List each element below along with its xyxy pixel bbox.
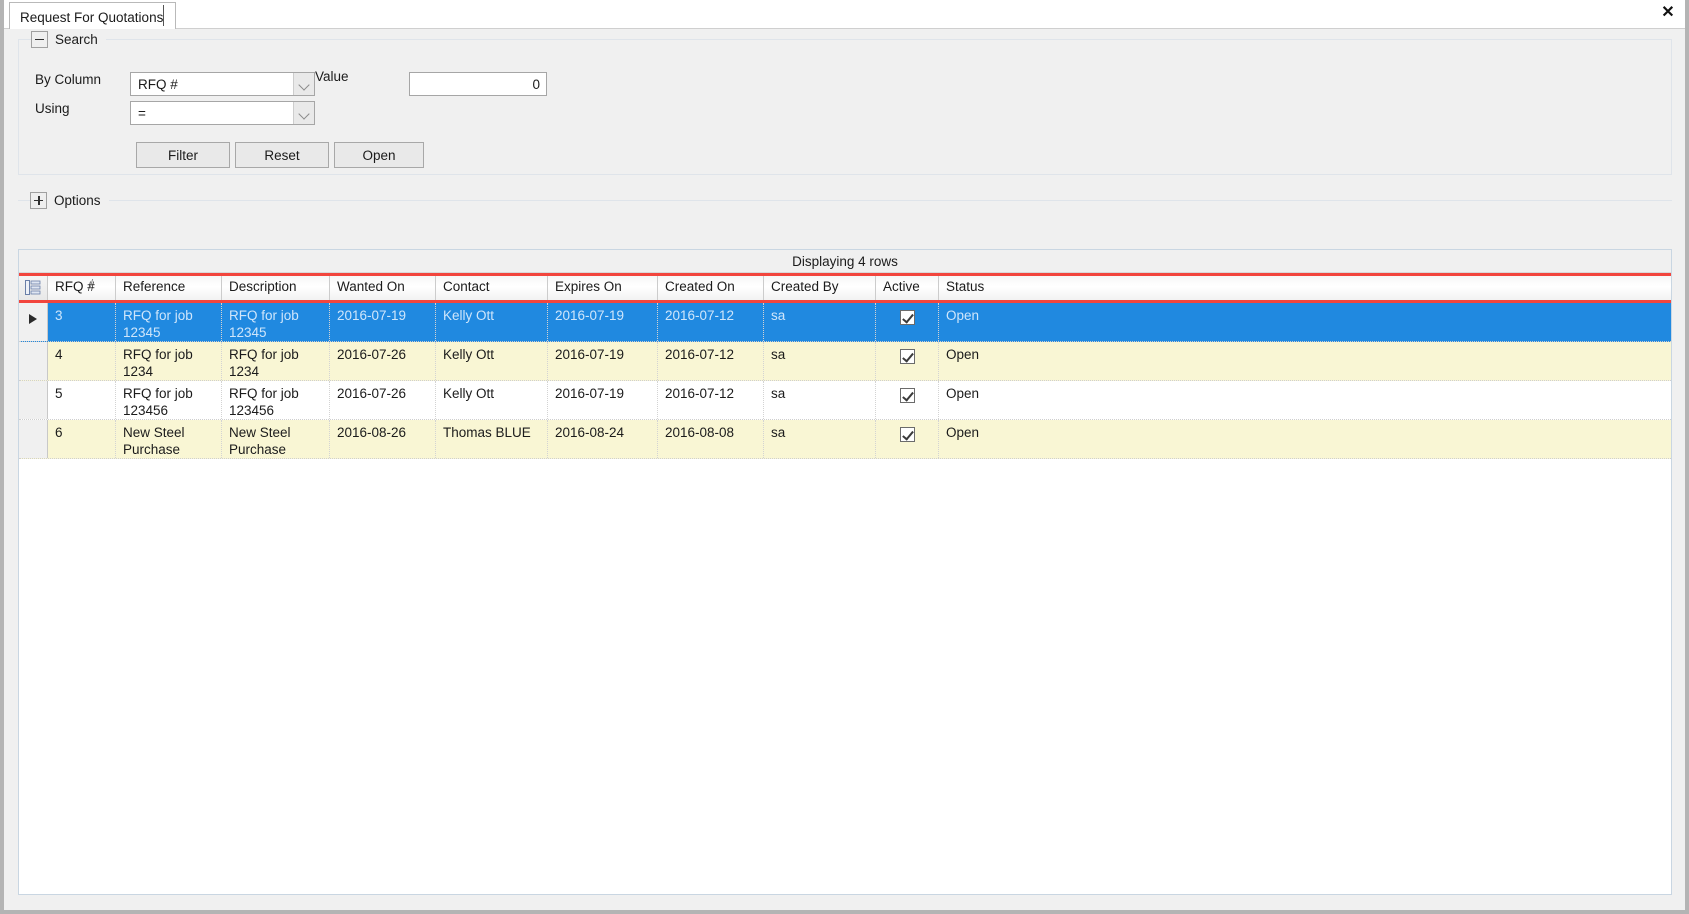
table-cell-status: Open — [946, 386, 980, 401]
grid-body: 3 RFQ for job 12345 RFQ for job 12345 2016-… — [19, 303, 1671, 459]
sort-ascending-icon: / — [89, 278, 93, 290]
table-cell-created-on: 2016-07-12 — [658, 381, 764, 419]
chevron-down-icon[interactable] — [293, 102, 314, 124]
table-cell-description: New Steel Purchase — [222, 420, 330, 458]
tab-text-caret — [163, 5, 164, 26]
by-column-select[interactable]: RFQ # — [130, 72, 315, 96]
table-cell-created-by: sa — [764, 342, 876, 380]
table-cell-reference: RFQ for job 1234 — [116, 342, 222, 380]
table-cell-contact: Kelly Ott — [436, 303, 548, 341]
grid-column-header[interactable]: Expires On — [548, 276, 658, 300]
table-cell-description: RFQ for job 1234 — [222, 342, 330, 380]
grid-column-header[interactable]: Status — [939, 276, 1564, 300]
grid-column-header[interactable]: Created By — [764, 276, 876, 300]
table-cell-reference: RFQ for job 123456 — [116, 381, 222, 419]
table-cell-expires-on: 2016-08-24 — [548, 420, 658, 458]
table-cell-created-by: sa — [764, 420, 876, 458]
table-row[interactable]: 3 RFQ for job 12345 RFQ for job 12345 2016-… — [19, 303, 1671, 342]
open-button[interactable]: Open — [334, 142, 424, 168]
close-icon[interactable]: ✕ — [1657, 3, 1679, 25]
table-cell-active — [876, 303, 939, 341]
using-value: = — [138, 105, 146, 121]
table-cell-wanted-on: 2016-07-19 — [330, 303, 436, 341]
table-cell-expires-on: 2016-07-19 — [548, 342, 658, 380]
value-input[interactable] — [409, 72, 547, 96]
filter-button[interactable]: Filter — [136, 142, 230, 168]
table-cell-rfq: 3 — [48, 303, 116, 341]
grid-column-header[interactable]: Reference — [116, 276, 222, 300]
table-cell-wanted-on: 2016-08-26 — [330, 420, 436, 458]
table-cell-status: Open — [946, 425, 980, 440]
grid-corner-cell[interactable] — [19, 276, 48, 300]
by-column-value: RFQ # — [138, 76, 178, 92]
application-window: Request For Quotations ✕ Search By Colum… — [0, 0, 1689, 914]
active-checkbox[interactable] — [899, 387, 915, 403]
table-cell-active — [876, 342, 939, 380]
row-selector[interactable] — [19, 303, 48, 341]
grid-column-header[interactable]: Contact — [436, 276, 548, 300]
grid-status-bar: Displaying 4 rows — [19, 250, 1671, 273]
using-select[interactable]: = — [130, 101, 315, 125]
grid-column-header[interactable]: Description — [222, 276, 330, 300]
table-cell-rfq: 6 — [48, 420, 116, 458]
table-cell-description: RFQ for job 123456 — [222, 381, 330, 419]
table-row[interactable]: 4 RFQ for job 1234 RFQ for job 1234 2016-07… — [19, 342, 1671, 381]
by-column-label: By Column — [35, 72, 102, 87]
table-cell-rfq: 4 — [48, 342, 116, 380]
table-cell-created-on: 2016-08-08 — [658, 420, 764, 458]
tab-request-for-quotations[interactable]: Request For Quotations — [9, 2, 177, 29]
tab-label: Request For Quotations — [20, 10, 164, 25]
chevron-down-icon[interactable] — [293, 73, 314, 95]
table-cell-expires-on: 2016-07-19 — [548, 381, 658, 419]
table-cell-status: Open — [946, 347, 980, 362]
search-group-header: Search — [31, 29, 106, 49]
table-cell-active — [876, 381, 939, 419]
table-cell-created-by: sa — [764, 381, 876, 419]
grid-header-focus-frame: RFQ # / Reference Description Wanted On Conta… — [19, 273, 1671, 303]
active-checkbox[interactable] — [899, 309, 915, 325]
active-checkbox[interactable] — [899, 426, 915, 442]
grid-column-header[interactable]: Wanted On — [330, 276, 436, 300]
options-group-header: Options — [30, 190, 109, 210]
table-cell-reference: New Steel Purchase — [116, 420, 222, 458]
using-label: Using — [35, 101, 70, 116]
search-collapse-toggle[interactable] — [31, 30, 48, 48]
options-group-title: Options — [54, 192, 101, 208]
row-selector[interactable] — [19, 342, 48, 380]
active-checkbox[interactable] — [899, 348, 915, 364]
options-group-box: Options — [18, 190, 1672, 222]
data-grid: RFQ # / Reference Description Wanted On Conta… — [19, 273, 1671, 894]
table-row[interactable]: 6 New Steel Purchase New Steel Purchase 201… — [19, 420, 1671, 459]
row-selector[interactable] — [19, 420, 48, 458]
grid-header-row: RFQ # / Reference Description Wanted On Conta… — [19, 276, 1671, 300]
table-cell-contact: Thomas BLUE — [436, 420, 548, 458]
value-label: Value — [315, 69, 349, 84]
column-chooser-icon — [25, 280, 41, 295]
table-cell-reference: RFQ for job 12345 — [116, 303, 222, 341]
table-cell-active — [876, 420, 939, 458]
results-grid-panel: Displaying 4 rows RFQ # / Reference Descrip… — [18, 249, 1672, 895]
grid-column-header[interactable]: Created On — [658, 276, 764, 300]
table-cell-rfq: 5 — [48, 381, 116, 419]
table-cell-description: RFQ for job 12345 — [222, 303, 330, 341]
table-cell-contact: Kelly Ott — [436, 381, 548, 419]
tab-strip: Request For Quotations ✕ — [4, 0, 1685, 29]
table-cell-wanted-on: 2016-07-26 — [330, 342, 436, 380]
grid-column-header[interactable]: Active — [876, 276, 939, 300]
table-cell-expires-on: 2016-07-19 — [548, 303, 658, 341]
options-expand-toggle[interactable] — [30, 191, 47, 209]
table-cell-contact: Kelly Ott — [436, 342, 548, 380]
row-selector[interactable] — [19, 381, 48, 419]
table-cell-wanted-on: 2016-07-26 — [330, 381, 436, 419]
table-cell-status: Open — [946, 308, 980, 323]
table-cell-created-by: sa — [764, 303, 876, 341]
table-cell-created-on: 2016-07-12 — [658, 342, 764, 380]
search-group-title: Search — [55, 31, 98, 47]
reset-button[interactable]: Reset — [235, 142, 329, 168]
table-cell-created-on: 2016-07-12 — [658, 303, 764, 341]
row-count-label: Displaying 4 rows — [792, 254, 898, 269]
grid-column-header[interactable]: RFQ # / — [48, 276, 116, 300]
table-row[interactable]: 5 RFQ for job 123456 RFQ for job 123456 201… — [19, 381, 1671, 420]
